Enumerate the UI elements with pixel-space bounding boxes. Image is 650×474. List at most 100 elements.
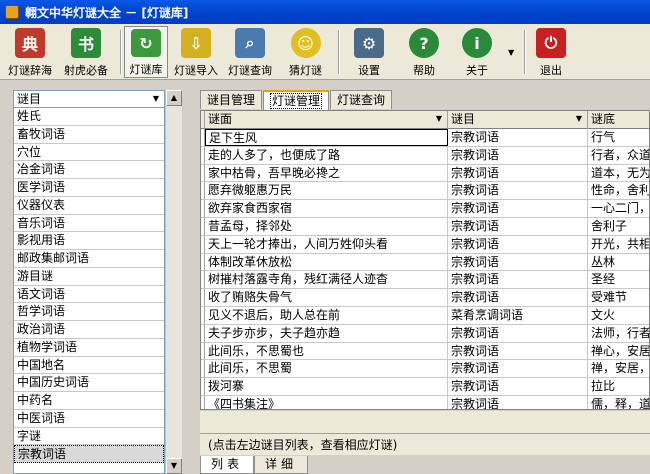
cell-question[interactable]: 收了贿赂失骨气 [205,289,448,306]
table-row[interactable]: 昔孟母，择邻处 宗教词语 舍利子 [201,217,649,236]
cell-answer[interactable]: 禅心，安居 [588,343,649,360]
toolbar-button-lexicon[interactable]: 典 灯谜辞海 [8,26,52,78]
cell-question[interactable]: 天上一轮才捧出，人间万姓仰头看 [205,235,448,253]
cell-answer[interactable]: 丛林 [588,254,649,271]
cell-question[interactable]: 拨河寨 [205,378,448,395]
cell-category[interactable]: 宗教词语 [448,253,588,271]
table-row[interactable]: 欲弃家食西家宿 宗教词语 一心二门， [201,200,649,218]
chevron-down-icon[interactable]: ▼ [573,114,585,124]
tab-riddle-management[interactable]: 灯谜管理 [263,90,330,110]
scroll-up-icon[interactable]: ▲ [166,90,182,106]
cell-answer[interactable]: 道本，无为 [588,165,649,182]
cell-answer[interactable]: 受难节 [588,289,649,306]
column-header-category[interactable]: 谜目 ▼ [448,111,588,129]
list-item[interactable]: 语文词语 [14,286,164,304]
column-header-question[interactable]: 谜面 ▼ [205,111,448,129]
cell-question[interactable]: 愿弃微躯惠万民 [205,182,448,200]
cell-answer[interactable]: 法师，行者 [588,325,649,342]
cell-category[interactable]: 宗教词语 [448,146,588,164]
toolbar-button-help[interactable]: ? 帮助 [409,26,439,78]
list-item[interactable]: 字谜 [14,428,164,446]
cell-category[interactable]: 宗教词语 [448,289,588,306]
cell-question[interactable]: 走的人多了，也便成了路 [205,146,448,164]
scroll-down-icon[interactable]: ▼ [166,458,182,474]
list-item[interactable]: 中国地名 [14,357,164,375]
cell-category[interactable]: 宗教词语 [448,164,588,182]
about-dropdown-arrow-icon[interactable]: ▼ [508,48,514,57]
tab-detail[interactable]: 详细 [254,456,309,474]
cell-answer[interactable]: 开光，共相 [588,236,649,253]
list-item[interactable]: 游目谜 [14,268,164,286]
cell-answer[interactable]: 舍利子 [588,218,649,235]
grid-horizontal-scrollbar[interactable] [200,411,650,433]
chevron-down-icon[interactable]: ▼ [433,114,445,124]
toolbar-button-query[interactable]: ⌕ 灯谜查询 [228,26,272,78]
chevron-down-icon[interactable]: ▼ [150,94,162,104]
toolbar-button-about[interactable]: i 关于 [462,26,492,78]
list-item[interactable]: 音乐词语 [14,215,164,233]
cell-category[interactable]: 宗教词语 [448,217,588,235]
cell-question[interactable]: 夫子步亦步，夫子趋亦趋 [205,324,448,342]
cell-category[interactable]: 菜肴烹调词语 [448,306,588,324]
cell-question[interactable]: 见义不退后，助人总在前 [205,306,448,324]
cell-answer[interactable]: 性命，舍利 [588,182,649,199]
cell-question[interactable]: 欲弃家食西家宿 [205,200,448,217]
list-item[interactable]: 邮政集邮词语 [14,250,164,268]
toolbar-button-import[interactable]: ⇩ 灯谜导入 [174,26,218,78]
list-item[interactable]: 冶金词语 [14,161,164,179]
list-item[interactable]: 影视用语 [14,232,164,250]
list-item[interactable]: 穴位 [14,144,164,162]
list-item[interactable]: 畜牧词语 [14,126,164,144]
cell-category[interactable]: 宗教词语 [448,378,588,395]
cell-category[interactable]: 宗教词语 [448,360,588,378]
list-item[interactable]: 中国历史词语 [14,374,164,392]
cell-answer[interactable]: 行者，众道 [588,147,649,164]
cell-answer[interactable]: 圣经 [588,271,649,288]
list-item[interactable]: 植物学词语 [14,339,164,357]
list-item[interactable]: 仪器仪表 [14,197,164,215]
cell-question[interactable]: 足下生风 [205,129,448,146]
table-row[interactable]: 《四书集注》 宗教词语 儒，释，道 [201,395,649,409]
list-item[interactable]: 姓氏 [14,108,164,126]
list-item-selected[interactable]: 宗教词语 [14,445,164,463]
table-row[interactable]: 家中枯骨，吾早晚必搀之 宗教词语 道本，无为 [201,164,649,183]
cell-answer[interactable]: 儒，释，道 [588,396,649,409]
toolbar-button-guide[interactable]: 书 射虎必备 [64,26,108,78]
tab-category-management[interactable]: 谜目管理 [200,90,263,109]
toolbar-button-exit[interactable]: ⏻ 退出 [536,26,566,78]
table-row[interactable]: 愿弃微躯惠万民 宗教词语 性命，舍利 [201,182,649,201]
cell-question[interactable]: 《四书集注》 [205,395,448,409]
list-scrollbar[interactable]: ▲ ▼ [165,90,182,474]
riddle-grid[interactable]: 谜面 ▼ 谜目 ▼ 谜底 足下生风 宗教词语 行气 走的人多了，也便成了路 宗教词语 行者… [200,110,650,410]
tab-list[interactable]: 列表 [200,456,255,474]
toolbar-button-riddle-library[interactable]: ↻ 灯谜库 [124,26,168,78]
table-row[interactable]: 树摧村落露寺角，残红满径人迹杳 宗教词语 圣经 [201,271,649,290]
cell-category[interactable]: 宗教词语 [448,182,588,200]
cell-category[interactable]: 宗教词语 [448,324,588,342]
table-row[interactable]: 天上一轮才捧出，人间万姓仰头看 宗教词语 开光，共相 [201,235,649,254]
column-header-answer[interactable]: 谜底 [588,111,649,129]
cell-question[interactable]: 此间乐，不思蜀 [205,360,448,378]
cell-answer[interactable]: 一心二门， [588,200,649,217]
toolbar-button-guess[interactable]: ☺ 猜灯谜 [289,26,322,78]
cell-answer[interactable]: 禅，安居， [588,360,649,377]
cell-category[interactable]: 宗教词语 [448,342,588,360]
list-item[interactable]: 医学词语 [14,179,164,197]
list-item[interactable]: 政治词语 [14,321,164,339]
cell-category[interactable]: 宗教词语 [448,129,588,146]
table-row[interactable]: 此间乐，不思蜀 宗教词语 禅，安居， [201,360,649,379]
table-row[interactable]: 夫子步亦步，夫子趋亦趋 宗教词语 法师，行者 [201,324,649,343]
table-row[interactable]: 见义不退后，助人总在前 菜肴烹调词语 文火 [201,306,649,325]
cell-question[interactable]: 树摧村落露寺角，残红满径人迹杳 [205,271,448,289]
category-combo[interactable]: 谜目 ▼ [13,90,165,108]
toolbar-button-settings[interactable]: ⚙ 设置 [354,26,384,78]
table-row[interactable]: 体制改革休放松 宗教词语 丛林 [201,253,649,272]
cell-category[interactable]: 宗教词语 [448,235,588,253]
cell-question[interactable]: 体制改革休放松 [205,253,448,271]
tab-riddle-query[interactable]: 灯谜查询 [330,90,393,109]
table-row[interactable]: 走的人多了，也便成了路 宗教词语 行者，众道 [201,146,649,165]
cell-category[interactable]: 宗教词语 [448,200,588,217]
cell-answer[interactable]: 行气 [588,129,649,146]
cell-category[interactable]: 宗教词语 [448,271,588,289]
cell-category[interactable]: 宗教词语 [448,395,588,409]
